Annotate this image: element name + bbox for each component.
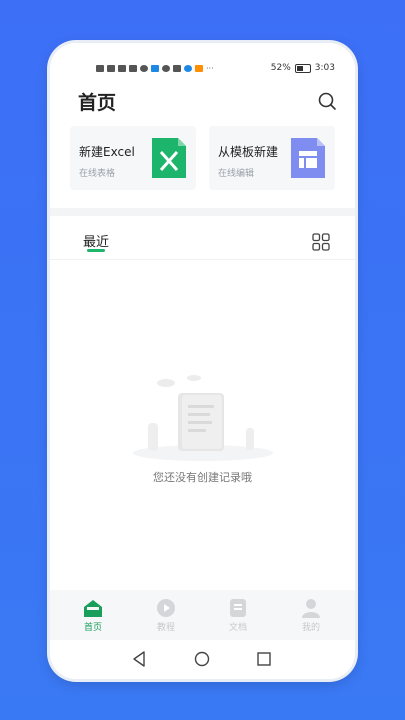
- nav-item-mine[interactable]: 我的: [281, 598, 341, 633]
- excel-file-icon: [152, 138, 186, 178]
- battery-icon: [294, 63, 311, 73]
- status-indicators: ···: [96, 64, 214, 73]
- b-icon: [107, 65, 115, 72]
- page-title: 首页: [78, 92, 117, 114]
- wifi-icon: [140, 65, 148, 72]
- cart-icon: [173, 65, 181, 72]
- nav-item-tutorial[interactable]: 教程: [136, 598, 196, 633]
- card-subtitle: 在线编辑: [218, 169, 255, 179]
- nav-label: 文档: [228, 623, 247, 633]
- card-title: 从模板新建: [218, 145, 279, 159]
- tab-separator: [50, 259, 355, 260]
- status-right: 52% 3:03: [271, 63, 335, 73]
- battery-percent: 52%: [270, 63, 291, 73]
- section-divider: [50, 208, 355, 216]
- search-icon[interactable]: [317, 91, 337, 111]
- status-bar: ··· 52% 3:03: [50, 43, 355, 77]
- document-icon: [230, 599, 246, 617]
- signal-icon: [118, 65, 126, 72]
- app-icon: [184, 65, 192, 72]
- play-icon: [157, 599, 175, 617]
- tab-active-indicator: [87, 249, 105, 252]
- bottom-nav: 首页 教程 文档 我的: [50, 590, 355, 640]
- template-file-icon: [291, 138, 325, 178]
- nav-label: 首页: [83, 623, 102, 633]
- card-subtitle: 在线表格: [79, 169, 116, 179]
- empty-state-message: 您还没有创建记录哦: [153, 471, 252, 484]
- grid-view-icon[interactable]: [312, 233, 330, 251]
- header: 首页: [50, 83, 355, 119]
- empty-document-illustration: [133, 375, 273, 461]
- new-from-template-card[interactable]: 从模板新建 在线编辑: [209, 126, 335, 190]
- app-icon: [162, 65, 170, 72]
- card-title: 新建Excel: [79, 145, 135, 159]
- signal-icon: [129, 65, 137, 72]
- person-icon: [302, 599, 320, 618]
- recents-icon[interactable]: [254, 649, 274, 669]
- system-nav-bar: [50, 640, 355, 679]
- nav-label: 教程: [156, 623, 175, 633]
- status-time: 3:03: [314, 63, 335, 73]
- nav-item-documents[interactable]: 文档: [208, 598, 268, 633]
- tab-recent[interactable]: 最近: [83, 231, 109, 250]
- home-icon: [84, 600, 102, 617]
- nav-label: 我的: [301, 623, 320, 633]
- app-icon: [151, 65, 159, 72]
- hd-icon: [96, 65, 104, 72]
- app-icon: [195, 65, 203, 72]
- nav-item-home[interactable]: 首页: [63, 598, 123, 633]
- phone-frame: ··· 52% 3:03 首页 新建Excel 在线表格 从模板新建 在线编辑: [50, 43, 355, 679]
- back-icon[interactable]: [130, 649, 150, 669]
- more-icon: ···: [206, 64, 214, 73]
- new-excel-card[interactable]: 新建Excel 在线表格: [70, 126, 196, 190]
- home-circle-icon[interactable]: [192, 649, 212, 669]
